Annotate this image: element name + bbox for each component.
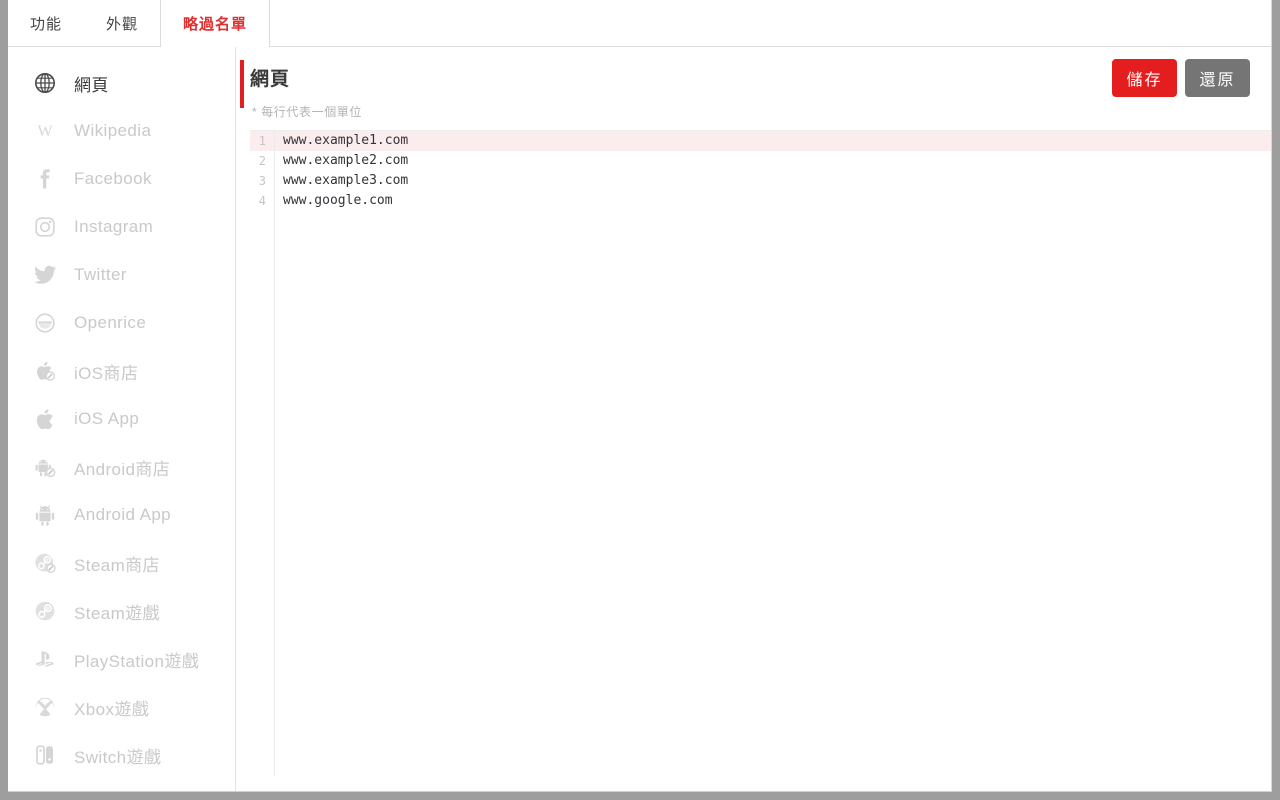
sidebar-item-steam-store[interactable]: Steam商店: [8, 539, 235, 587]
restore-button[interactable]: 還原: [1185, 59, 1250, 97]
line-text[interactable]: www.example2.com: [275, 151, 408, 171]
editor-line[interactable]: 2 www.example2.com: [250, 151, 1271, 171]
switch-icon: [32, 742, 58, 768]
sidebar-item-steam-game[interactable]: Steam遊戲: [8, 587, 235, 635]
facebook-icon: [32, 166, 58, 192]
line-text[interactable]: www.google.com: [275, 191, 393, 211]
playstation-icon: [32, 646, 58, 672]
save-button[interactable]: 儲存: [1112, 59, 1177, 97]
sidebar-item-label: iOS商店: [74, 363, 139, 383]
editor-empty-area[interactable]: [250, 211, 1271, 776]
sidebar-active-indicator: [240, 60, 244, 108]
editor-blank-body[interactable]: [275, 211, 1271, 776]
editor-line[interactable]: 4 www.google.com: [250, 191, 1271, 211]
apple-icon: [32, 406, 58, 432]
sidebar-item-wikipedia[interactable]: W Wikipedia: [8, 107, 235, 155]
sidebar-item-playstation-game[interactable]: PlayStation遊戲: [8, 635, 235, 683]
sidebar-item-openrice[interactable]: Openrice: [8, 299, 235, 347]
line-number: 1: [258, 134, 266, 148]
android-icon: [32, 502, 58, 528]
openrice-icon: [32, 310, 58, 336]
sidebar-item-instagram[interactable]: Instagram: [8, 203, 235, 251]
tab-functions[interactable]: 功能: [8, 0, 84, 47]
line-text[interactable]: www.example3.com: [275, 171, 408, 191]
app-window: 功能 外觀 略過名單 網頁 W Wikipedia Facebook Insta…: [0, 0, 1280, 800]
editor-line[interactable]: 3 www.example3.com: [250, 171, 1271, 191]
editor-line[interactable]: 1 www.example1.com: [250, 131, 1271, 151]
steam-store-icon: [32, 550, 58, 576]
sidebar-item-webpage[interactable]: 網頁: [8, 59, 235, 107]
tab-bar: 功能 外觀 略過名單: [8, 0, 1271, 47]
sidebar-item-android-app[interactable]: Android App: [8, 491, 235, 539]
sidebar-item-facebook[interactable]: Facebook: [8, 155, 235, 203]
sidebar-item-switch-game[interactable]: Switch遊戲: [8, 731, 235, 779]
gutter-empty: [250, 211, 274, 776]
tab-functions-label: 功能: [30, 16, 63, 33]
steam-icon: [32, 598, 58, 624]
sidebar-item-label: iOS App: [74, 409, 140, 428]
sidebar-item-label: Steam商店: [74, 555, 160, 575]
content-area: 網頁 W Wikipedia Facebook Instagram Twitte…: [8, 47, 1271, 791]
sidebar-item-label: Wikipedia: [74, 121, 152, 140]
line-text[interactable]: www.example1.com: [275, 131, 408, 151]
line-number: 4: [258, 194, 266, 208]
tab-skip-list[interactable]: 略過名單: [161, 0, 269, 47]
sidebar-item-label: Openrice: [74, 313, 147, 332]
xbox-icon: [32, 694, 58, 720]
sidebar-item-twitter[interactable]: Twitter: [8, 251, 235, 299]
sidebar-item-label: Instagram: [74, 217, 154, 236]
window-frame: 功能 外觀 略過名單 網頁 W Wikipedia Facebook Insta…: [8, 0, 1272, 792]
line-number: 2: [258, 154, 266, 168]
sidebar: 網頁 W Wikipedia Facebook Instagram Twitte…: [8, 47, 236, 791]
sidebar-item-label: Steam遊戲: [74, 603, 160, 623]
sidebar-item-label: Xbox遊戲: [74, 699, 150, 719]
main-panel: 網頁 儲存 還原 * 每行代表一個單位 1 www.example1.com 2: [236, 47, 1271, 791]
sidebar-item-label: Facebook: [74, 169, 152, 188]
sidebar-item-android-store[interactable]: Android商店: [8, 443, 235, 491]
ios-store-icon: [32, 358, 58, 384]
sidebar-item-label: 網頁: [74, 75, 109, 95]
sidebar-item-xbox-game[interactable]: Xbox遊戲: [8, 683, 235, 731]
page-title: 網頁: [250, 68, 291, 90]
skip-list-editor[interactable]: 1 www.example1.com 2 www.example2.com 3 …: [250, 130, 1271, 776]
line-number: 3: [258, 174, 266, 188]
tab-group-primary: 功能 外觀: [8, 0, 162, 47]
sidebar-item-label: Switch遊戲: [74, 747, 162, 767]
svg-text:W: W: [37, 123, 53, 140]
instagram-icon: [32, 214, 58, 240]
twitter-icon: [32, 262, 58, 288]
sidebar-item-label: Android App: [74, 505, 172, 524]
tab-bar-filler: [270, 0, 1271, 47]
sidebar-item-ios-store[interactable]: iOS商店: [8, 347, 235, 395]
globe-icon: [32, 70, 58, 96]
tab-appearance[interactable]: 外觀: [84, 0, 160, 47]
sidebar-item-ios-app[interactable]: iOS App: [8, 395, 235, 443]
android-store-icon: [32, 454, 58, 480]
sidebar-item-label: Twitter: [74, 265, 127, 284]
sidebar-item-label: PlayStation遊戲: [74, 651, 200, 671]
main-header: 網頁 儲存 還原: [250, 47, 1271, 107]
tab-skip-list-label: 略過名單: [183, 16, 248, 33]
header-actions: 儲存 還原: [1112, 59, 1250, 97]
wikipedia-icon: W: [32, 118, 58, 144]
tab-appearance-label: 外觀: [106, 16, 139, 33]
sidebar-item-label: Android商店: [74, 459, 171, 479]
tab-group-skiplist: 略過名單: [161, 0, 271, 47]
